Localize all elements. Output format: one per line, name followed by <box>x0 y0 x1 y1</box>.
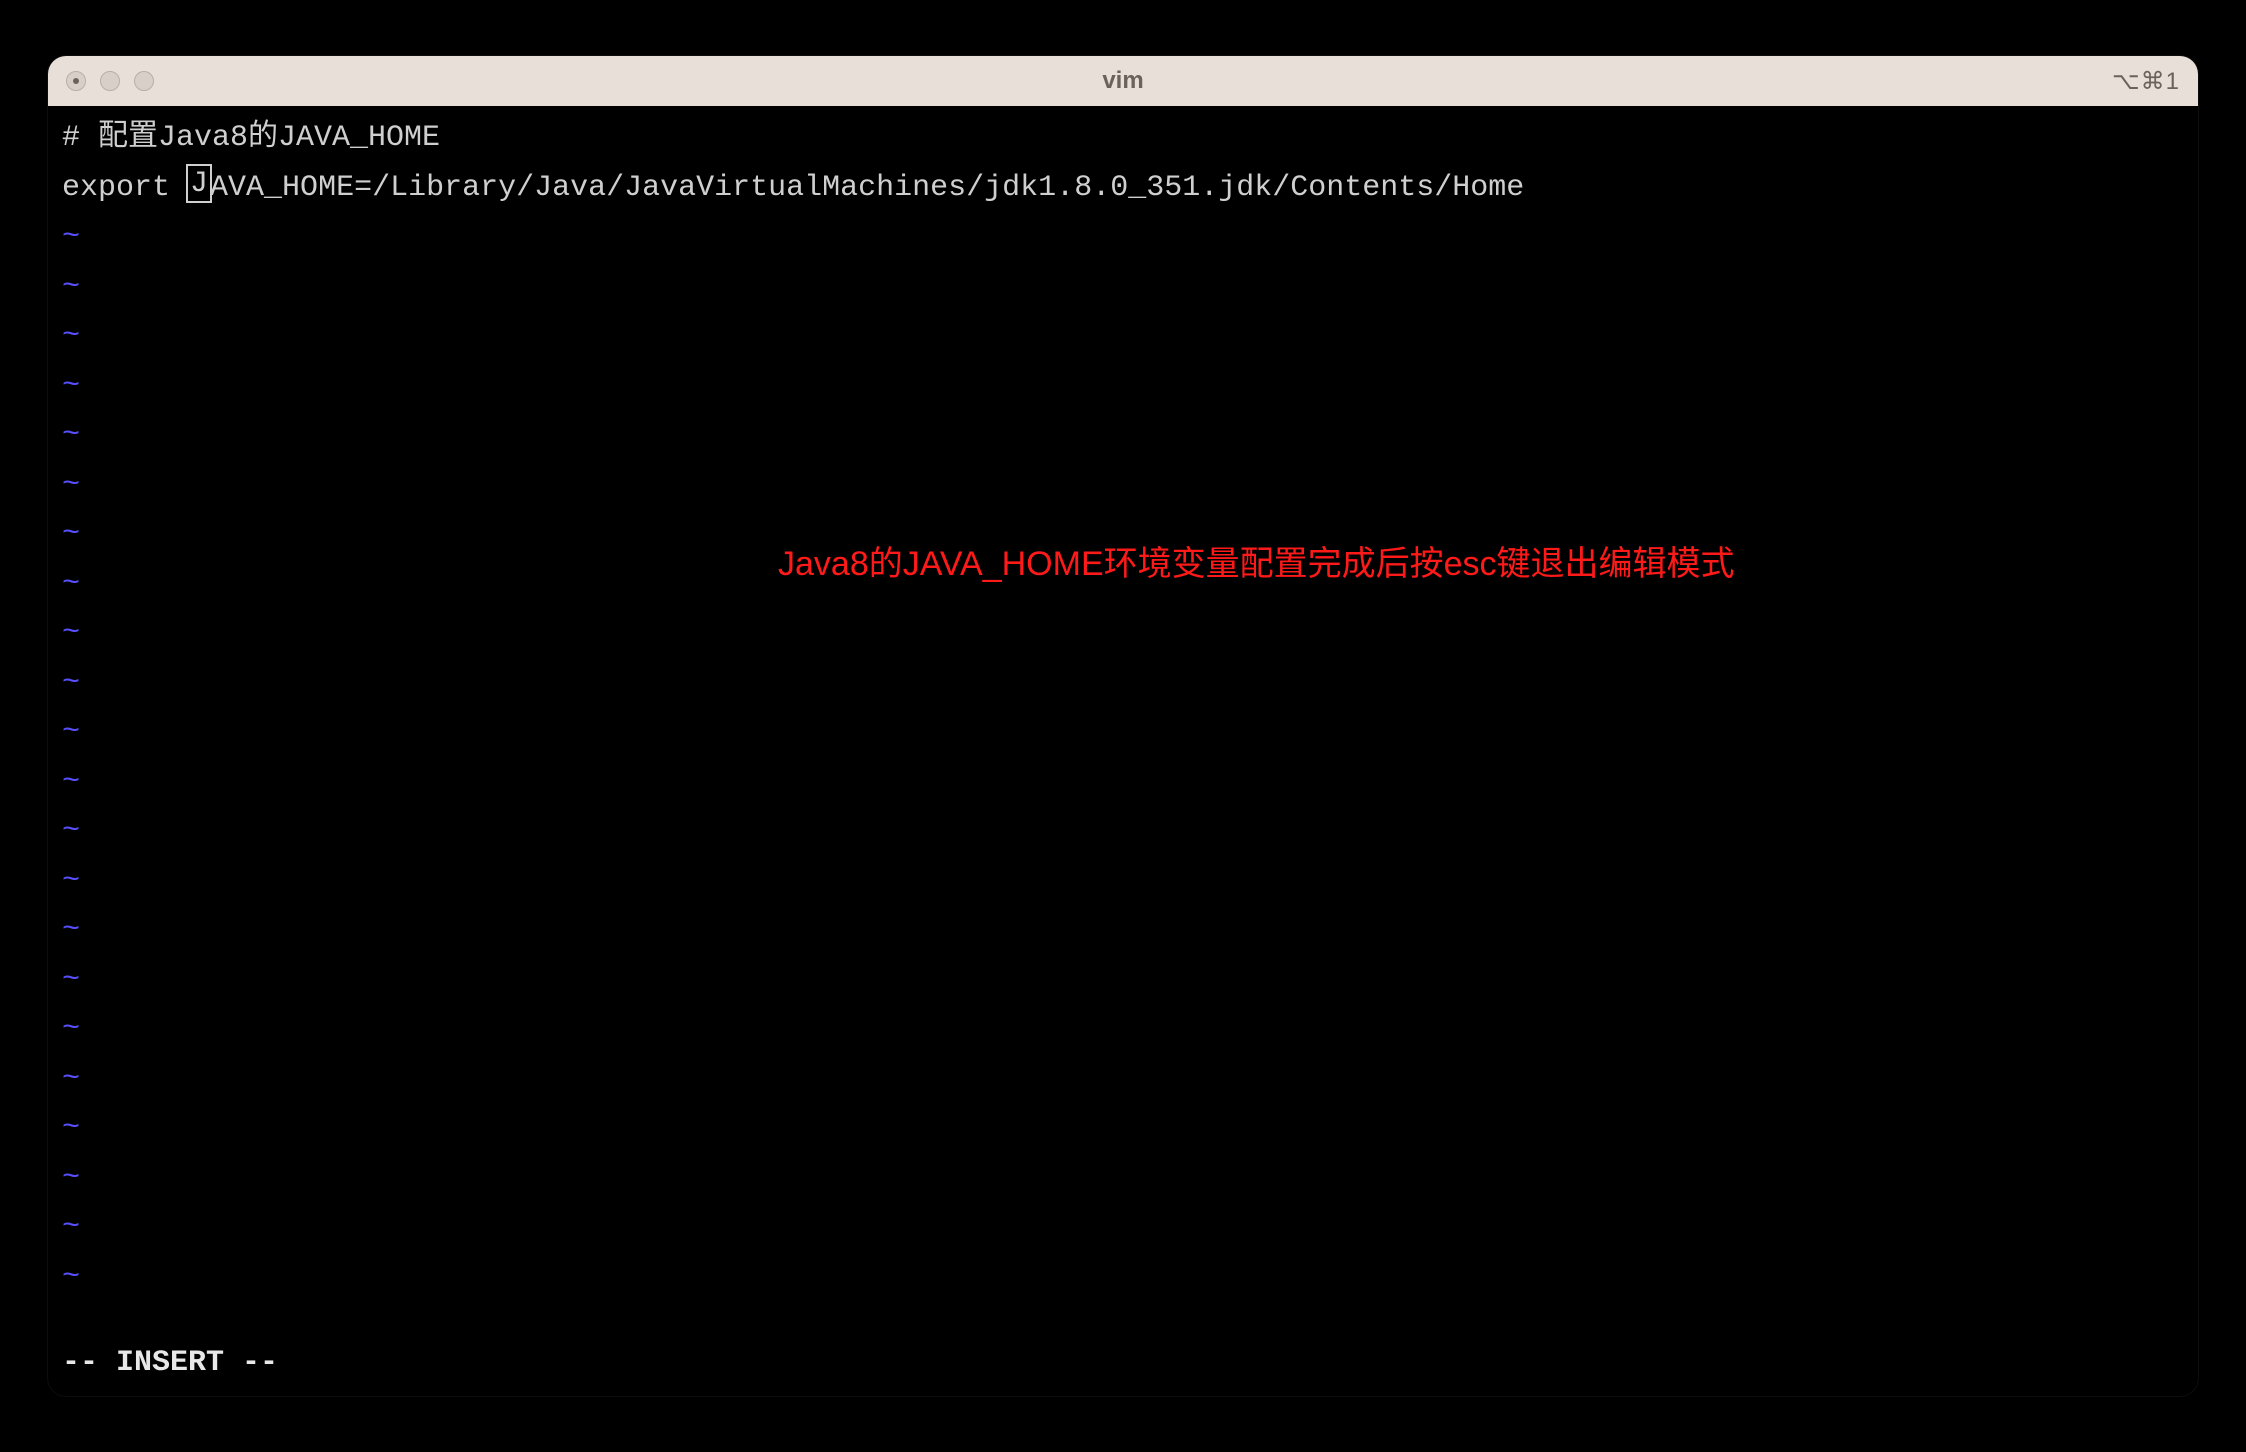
vim-mode-status: -- INSERT -- <box>62 1339 278 1389</box>
empty-line-tilde: ~ <box>62 461 2184 511</box>
empty-line-tilde: ~ <box>62 1104 2184 1154</box>
line2-rest: AVA_HOME=/Library/Java/JavaVirtualMachin… <box>210 164 1524 214</box>
empty-line-tilde: ~ <box>62 906 2184 956</box>
terminal-window: vim ⌥⌘1 # 配置Java8的JAVA_HOME export JAVA_… <box>48 56 2198 1396</box>
empty-line-tilde: ~ <box>62 411 2184 461</box>
empty-line-tilde: ~ <box>62 807 2184 857</box>
empty-line-tilde: ~ <box>62 1055 2184 1105</box>
vim-editor-area[interactable]: # 配置Java8的JAVA_HOME export JAVA_HOME=/Li… <box>48 106 2198 1396</box>
window-titlebar: vim ⌥⌘1 <box>48 56 2198 106</box>
text-cursor: J <box>186 164 212 203</box>
empty-line-tilde: ~ <box>62 312 2184 362</box>
window-traffic-lights <box>66 71 154 91</box>
empty-line-tilde: ~ <box>62 956 2184 1006</box>
empty-line-tilde: ~ <box>62 1203 2184 1253</box>
editor-line-1: # 配置Java8的JAVA_HOME <box>62 114 2184 164</box>
empty-line-tilde: ~ <box>62 609 2184 659</box>
minimize-icon[interactable] <box>100 71 120 91</box>
empty-line-tilde: ~ <box>62 362 2184 412</box>
editor-line-2: export JAVA_HOME=/Library/Java/JavaVirtu… <box>62 164 2184 214</box>
window-shortcut-indicator: ⌥⌘1 <box>2112 67 2180 96</box>
empty-line-tilde: ~ <box>62 1253 2184 1303</box>
close-icon[interactable] <box>66 71 86 91</box>
empty-line-tilde: ~ <box>62 263 2184 313</box>
annotation-overlay: Java8的JAVA_HOME环境变量配置完成后按esc键退出编辑模式 <box>778 536 1735 592</box>
empty-line-tilde: ~ <box>62 708 2184 758</box>
empty-line-tilde: ~ <box>62 758 2184 808</box>
empty-line-tilde: ~ <box>62 1005 2184 1055</box>
window-title: vim <box>1102 67 1143 95</box>
empty-line-tilde: ~ <box>62 213 2184 263</box>
maximize-icon[interactable] <box>134 71 154 91</box>
empty-line-tilde: ~ <box>62 857 2184 907</box>
empty-lines: ~~~~~~~~~~~~~~~~~~~~~~ <box>62 213 2184 1302</box>
empty-line-tilde: ~ <box>62 1154 2184 1204</box>
line2-prefix: export <box>62 164 188 214</box>
empty-line-tilde: ~ <box>62 659 2184 709</box>
